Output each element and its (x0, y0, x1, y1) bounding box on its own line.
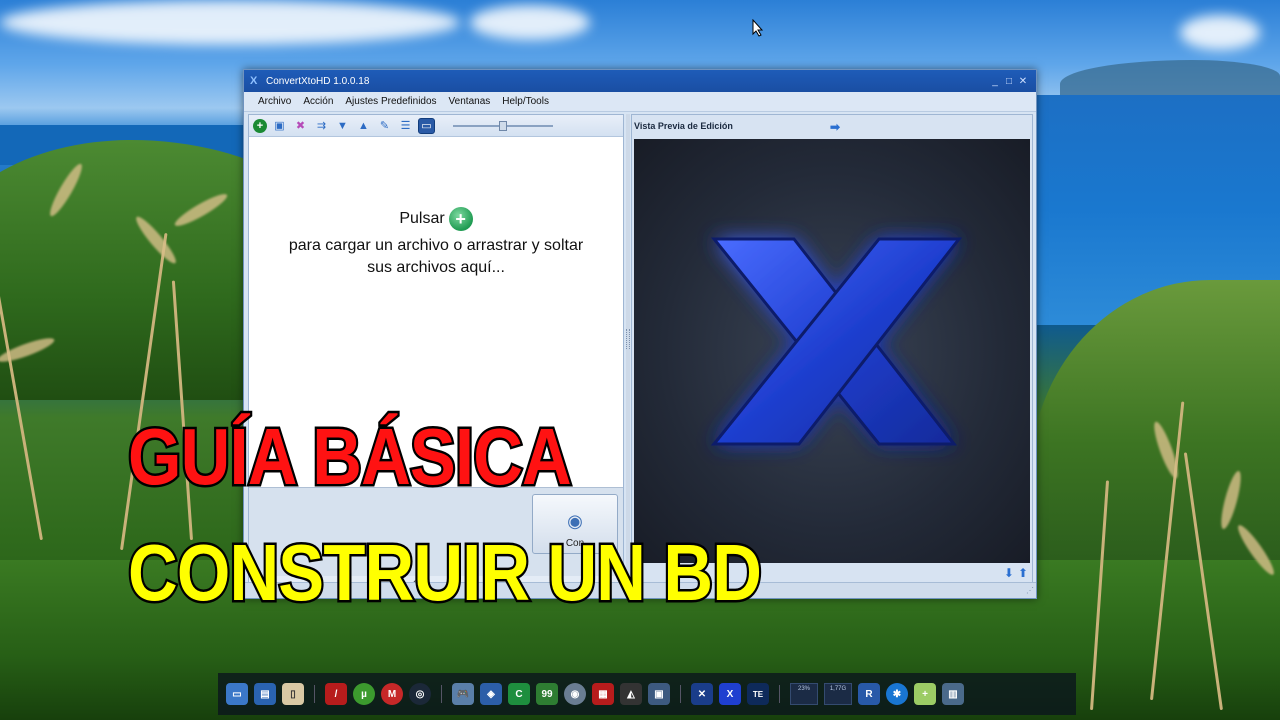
overlay-title-line1: GUÍA BÁSICA (126, 412, 574, 501)
move-up-icon[interactable]: ▲ (355, 118, 372, 134)
steam-icon[interactable]: ◎ (409, 683, 431, 705)
memory-meter[interactable]: 1,77G (824, 683, 852, 705)
arrow-down-icon[interactable]: ⬇ (1004, 566, 1014, 580)
menu-archivo[interactable]: Archivo (252, 96, 297, 107)
zoom-slider[interactable] (453, 118, 553, 134)
foobar-icon[interactable]: ◭ (620, 683, 642, 705)
minimize-button[interactable]: _ (988, 76, 1002, 87)
settings-gear-icon[interactable]: ✱ (886, 683, 908, 705)
utorrent-icon[interactable]: µ (353, 683, 375, 705)
gamepad-icon[interactable]: 🎮 (452, 683, 474, 705)
media-library-icon[interactable]: ▣ (648, 683, 670, 705)
arrow-up-icon[interactable]: ⬆ (1018, 566, 1028, 580)
preview-header: Vista Previa de Edición ➡ (632, 115, 1032, 137)
recycle-bin-icon[interactable]: ▥ (942, 683, 964, 705)
file-list-pane: + ▣ ✖ ⇉ ▼ ▲ ✎ ☰ ▭ Pulsar + para cargar u… (248, 114, 624, 592)
dock-separator (441, 685, 442, 703)
dock-separator (779, 685, 780, 703)
preview-pane: Vista Previa de Edición ➡ ⬇ ⬆ (631, 114, 1033, 592)
drop-prompt-pulsar: Pulsar (399, 210, 445, 227)
drop-prompt-line3: sus archivos aquí... (367, 259, 505, 276)
add-icon[interactable]: + (253, 118, 267, 133)
documents-icon[interactable]: ▯ (282, 683, 304, 705)
network-icon[interactable]: ◈ (480, 683, 502, 705)
toolbar: + ▣ ✖ ⇉ ▼ ▲ ✎ ☰ ▭ (249, 115, 623, 137)
convertx-logo (710, 237, 963, 446)
arrow-right-icon[interactable]: ➡ (830, 120, 1026, 134)
camtasia-icon[interactable]: C (508, 683, 530, 705)
list-view-icon[interactable]: ☰ (397, 118, 414, 134)
app-logo-icon: X (250, 75, 258, 87)
menu-help-tools[interactable]: Help/Tools (496, 96, 555, 107)
video-editor-icon[interactable]: ▦ (592, 683, 614, 705)
title-bar[interactable]: X ConvertXtoHD 1.0.0.18 _ □ ✕ (244, 70, 1036, 92)
remove-icon[interactable]: ✖ (292, 118, 309, 134)
overlay-title-line2: CONSTRUIR UN BD (126, 528, 764, 617)
recorder-icon[interactable]: R (858, 683, 880, 705)
close-button[interactable]: ✕ (1016, 76, 1030, 87)
mega-icon[interactable]: M (381, 683, 403, 705)
drop-prompt-row: Pulsar + (399, 207, 473, 231)
preview-canvas (634, 139, 1030, 563)
window-title: ConvertXtoHD 1.0.0.18 (266, 75, 370, 87)
disc-icon[interactable]: ◉ (564, 683, 586, 705)
convertx-dvd-icon[interactable]: ✕ (691, 683, 713, 705)
media-player-icon[interactable]: / (325, 683, 347, 705)
menu-bar: Archivo Acción Ajustes Predefinidos Vent… (244, 92, 1036, 112)
menu-ventanas[interactable]: Ventanas (443, 96, 497, 107)
dock-separator (680, 685, 681, 703)
resize-grip-icon[interactable]: ⋰ (1024, 586, 1034, 596)
menu-accion[interactable]: Acción (297, 96, 339, 107)
move-down-icon[interactable]: ▼ (334, 118, 351, 134)
add-app-icon[interactable]: + (914, 683, 936, 705)
control-panel-icon[interactable]: ▤ (254, 683, 276, 705)
tools-icon[interactable]: ✎ (376, 118, 393, 134)
splitter-grip[interactable] (626, 329, 630, 349)
dock: ▭ ▤ ▯ / µ M ◎ 🎮 ◈ C 99 ◉ ▦ ◭ ▣ ✕ X TE 23… (218, 673, 1076, 715)
computer-icon[interactable]: ▭ (226, 683, 248, 705)
save-icon[interactable]: ▣ (271, 118, 288, 134)
add-file-icon[interactable]: + (448, 207, 473, 231)
terminal-icon[interactable]: 99 (536, 683, 558, 705)
app-window: X ConvertXtoHD 1.0.0.18 _ □ ✕ Archivo Ac… (243, 69, 1037, 599)
convertxtohd-icon[interactable]: X (719, 683, 741, 705)
cpu-meter[interactable]: 23% (790, 683, 818, 705)
zoom-slider-thumb[interactable] (499, 120, 507, 131)
te-app-icon[interactable]: TE (747, 683, 769, 705)
drop-prompt-line2: para cargar un archivo o arrastrar y sol… (288, 237, 584, 254)
thumbnail-view-icon[interactable]: ▭ (418, 117, 435, 134)
pane-splitter[interactable] (626, 114, 630, 592)
dock-separator (314, 685, 315, 703)
distant-island (1060, 60, 1280, 100)
merge-icon[interactable]: ⇉ (313, 118, 330, 134)
preview-title: Vista Previa de Edición (634, 121, 733, 131)
mouse-cursor-icon (752, 19, 764, 37)
menu-ajustes-predefinidos[interactable]: Ajustes Predefinidos (339, 96, 442, 107)
maximize-button[interactable]: □ (1002, 76, 1016, 87)
